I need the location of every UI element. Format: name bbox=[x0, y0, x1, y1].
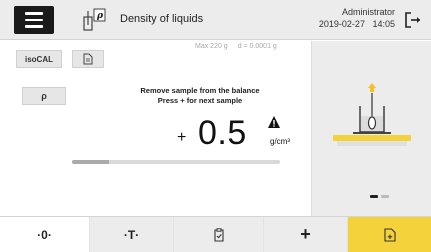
instruction-line-1: Remove sample from the balance bbox=[140, 86, 260, 95]
reading-sign: + bbox=[177, 129, 187, 146]
density-parameter-button[interactable]: ρ bbox=[22, 87, 66, 105]
remove-sample-illustration bbox=[333, 83, 411, 146]
density-app-icon: ρ bbox=[83, 8, 106, 31]
menu-icon-line bbox=[25, 18, 43, 22]
page-dot bbox=[381, 195, 389, 198]
unit-label: g/cm³ bbox=[270, 137, 290, 146]
finish-protocol-button[interactable] bbox=[348, 217, 431, 252]
protocol-button[interactable] bbox=[72, 50, 104, 68]
results-button[interactable] bbox=[174, 217, 264, 252]
balance-capacity: Max 220 g d = 0.0001 g bbox=[195, 43, 277, 50]
tare-button[interactable]: ·T· bbox=[90, 217, 174, 252]
document-icon bbox=[83, 53, 93, 65]
main-panel: isoCAL Max 220 g d = 0.0001 g ρ Remove sa… bbox=[0, 41, 310, 216]
menu-icon-line bbox=[25, 12, 43, 15]
progress-fill bbox=[72, 160, 110, 164]
title-bar: ρ Density of liquids Administrator 2019-… bbox=[0, 0, 431, 40]
max-capacity: Max 220 g bbox=[195, 43, 228, 50]
date-label: 2019-02-27 bbox=[318, 19, 365, 29]
user-name: Administrator bbox=[341, 7, 395, 17]
logout-icon[interactable] bbox=[403, 10, 423, 30]
zero-button[interactable]: ·0· bbox=[0, 217, 90, 252]
document-plus-icon bbox=[383, 227, 396, 242]
menu-button[interactable] bbox=[14, 6, 54, 34]
instruction-text: Remove sample from the balance Press + f… bbox=[100, 86, 300, 106]
clipboard-check-icon bbox=[213, 227, 224, 242]
arrow-up-icon bbox=[368, 83, 376, 92]
user-info: Administrator 2019-02-27 14:05 bbox=[319, 6, 395, 30]
instruction-line-2: Press + for next sample bbox=[157, 96, 243, 105]
warning-icon bbox=[268, 116, 280, 128]
page-indicator bbox=[370, 195, 389, 198]
time-label: 14:05 bbox=[372, 19, 395, 29]
app-icon-symbol: ρ bbox=[96, 11, 104, 21]
page-title: Density of liquids bbox=[120, 13, 204, 25]
weight-value: 0.5 bbox=[198, 114, 247, 152]
bottom-toolbar: ·0· ·T· + bbox=[0, 216, 431, 252]
page-dot-active bbox=[370, 195, 378, 198]
add-sample-button[interactable]: + bbox=[264, 217, 348, 252]
isocal-button[interactable]: isoCAL bbox=[16, 50, 62, 68]
menu-icon-line bbox=[25, 25, 43, 28]
readability: d = 0.0001 g bbox=[237, 43, 277, 50]
stability-progress-bar bbox=[72, 160, 280, 164]
